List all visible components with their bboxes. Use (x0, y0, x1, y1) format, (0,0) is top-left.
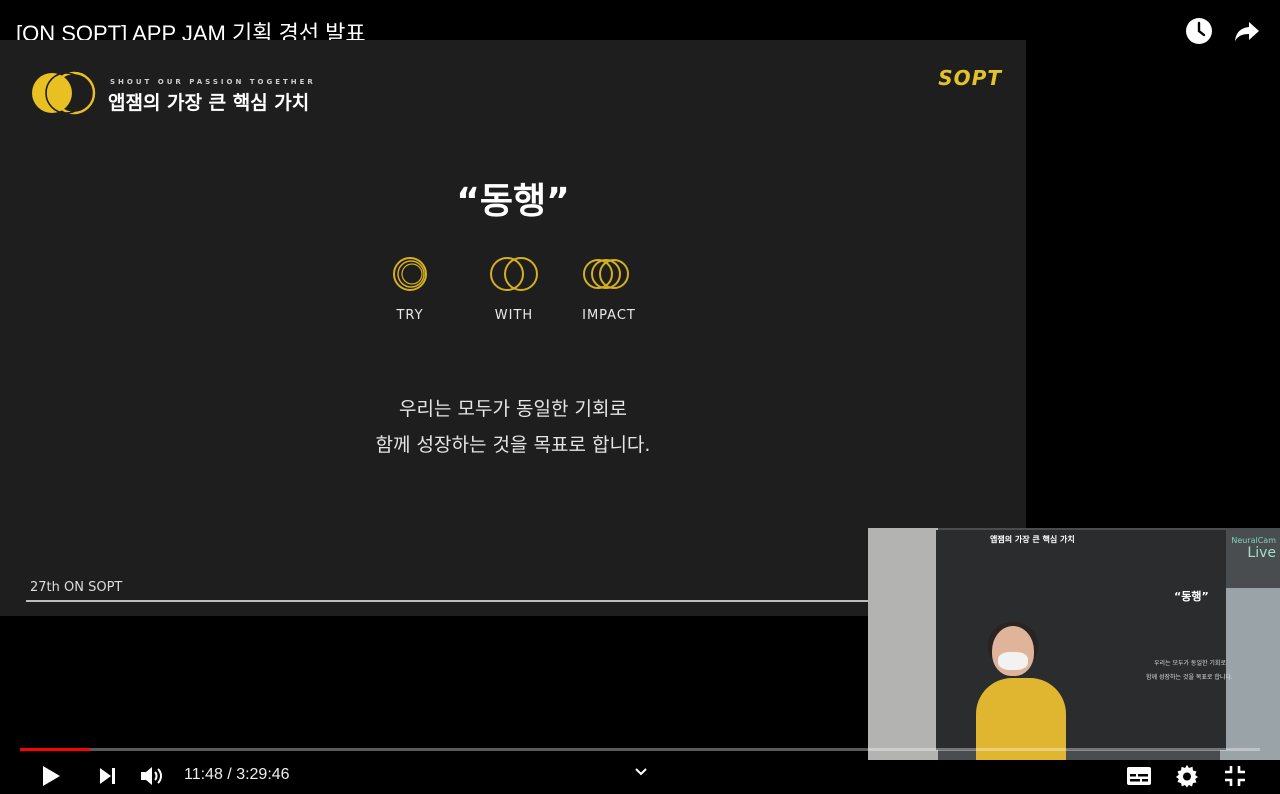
exit-fullscreen-button[interactable] (1220, 762, 1250, 790)
value-label-try: TRY (396, 308, 424, 323)
sopt-brand-logo: SOPT (938, 66, 1002, 90)
time-display: 11:48 / 3:29:46 (184, 766, 290, 783)
watermark-line-1: NeuralCam (1231, 536, 1276, 545)
slide-tagline: SHOUT OUR PASSION TOGETHER (110, 78, 316, 86)
play-button[interactable] (36, 762, 66, 790)
camera-slide-line-2: 함께 성장하는 것을 목표로 합니다. (1146, 674, 1233, 681)
value-label-with: WITH (494, 308, 534, 323)
next-icon (100, 768, 115, 784)
play-icon (43, 766, 60, 786)
volume-button[interactable] (138, 762, 168, 790)
speaker-mask (998, 652, 1028, 670)
slide-footer: 27th ON SOPT (30, 580, 123, 595)
watermark-line-2: Live (1247, 545, 1276, 561)
camera-wall (868, 528, 938, 760)
core-values: TRY WITH IMPACT (380, 254, 670, 354)
neuralcam-watermark: NeuralCam Live (1231, 536, 1276, 561)
value-label-impact: IMPACT (582, 308, 636, 323)
value-try: TRY (390, 254, 430, 323)
chapter-expand-button[interactable] (626, 758, 656, 786)
sopt-rings-logo (32, 71, 96, 115)
slide-description-line-1: 우리는 모두가 동일한 기회로 (399, 398, 627, 420)
value-with: WITH (488, 254, 540, 323)
camera-slide-header: 앱잼의 가장 큰 핵심 가치 (990, 535, 1075, 544)
camera-slide-title: “동행” (1174, 590, 1209, 603)
player-controls: 11:48 / 3:29:46 (0, 756, 1280, 794)
exit-fullscreen-icon (1225, 766, 1245, 786)
chevron-down-icon (635, 768, 647, 776)
share-icon[interactable] (1232, 16, 1262, 46)
speaker-camera-inset: 앱잼의 가장 큰 핵심 가치 “동행” 우리는 모두가 동일한 기회로 함께 성… (868, 528, 1280, 760)
next-button[interactable] (92, 762, 122, 790)
settings-button[interactable] (1172, 762, 1202, 790)
camera-slide-line-1: 우리는 모두가 동일한 기회로 (1154, 660, 1226, 667)
top-actions (1184, 16, 1262, 46)
slide-header: 앱잼의 가장 큰 핵심 가치 (108, 92, 310, 114)
watch-later-icon[interactable] (1184, 16, 1214, 46)
progress-bar[interactable] (20, 748, 1260, 751)
gear-icon (1176, 765, 1198, 788)
subtitles-icon (1127, 767, 1151, 785)
volume-icon (141, 767, 162, 785)
progress-played (20, 748, 90, 751)
value-impact: IMPACT (576, 254, 642, 323)
subtitles-button[interactable] (1124, 762, 1154, 790)
try-rings-icon (393, 257, 427, 291)
slide-description-line-2: 함께 성장하는 것을 목표로 합니다. (375, 434, 651, 456)
impact-rings-icon (583, 259, 629, 289)
slide-quote-title: “동행” (456, 181, 570, 222)
with-rings-icon (490, 257, 538, 291)
